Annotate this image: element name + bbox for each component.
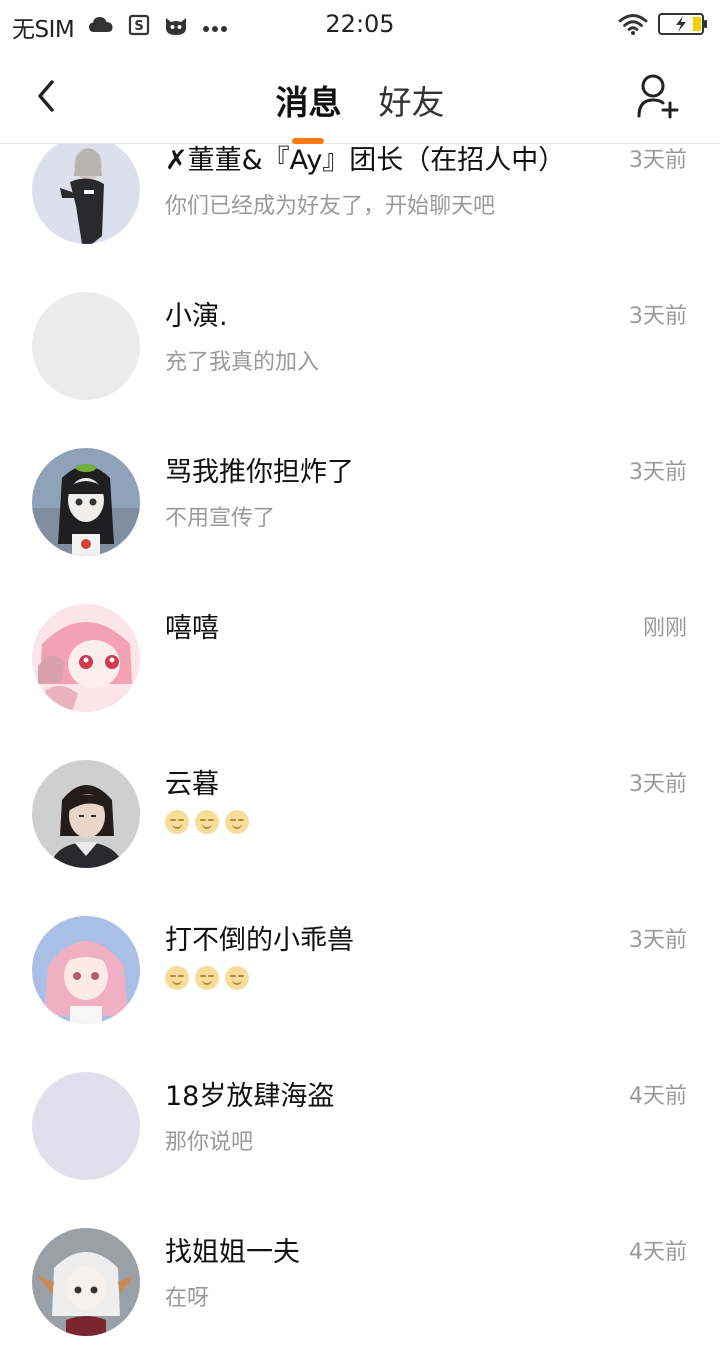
add-friend-button[interactable] — [634, 72, 680, 120]
add-friend-icon — [637, 74, 679, 119]
contact-name: 打不倒的小乖兽 — [165, 925, 354, 956]
avatar[interactable] — [32, 916, 140, 1024]
contact-name: ✗董董&『Ay』团长（在招人中） — [165, 145, 566, 176]
message-row[interactable]: 找姐姐一夫 在呀 4天前 — [0, 1228, 720, 1356]
message-time: 3天前 — [629, 460, 687, 485]
message-row[interactable]: ✗董董&『Ay』团长（在招人中） 你们已经成为好友了，开始聊天吧 3天前 — [0, 144, 720, 292]
avatar[interactable] — [32, 144, 140, 244]
wifi-icon — [618, 13, 648, 39]
message-time: 3天前 — [629, 148, 687, 173]
grin-sweat-emoji — [225, 810, 249, 834]
tab-messages[interactable]: 消息 — [275, 76, 342, 144]
contact-name: 骂我推你担炸了 — [165, 457, 354, 488]
message-preview: 在呀 — [165, 1286, 210, 1311]
tab-messages-label: 消息 — [275, 83, 342, 122]
preview-emojis — [165, 966, 249, 990]
grin-sweat-emoji — [165, 810, 189, 834]
status-time: 22:05 — [325, 10, 395, 38]
message-time: 4天前 — [629, 1240, 687, 1265]
message-time: 3天前 — [629, 928, 687, 953]
message-row[interactable]: 云暮 3天前 — [0, 760, 720, 916]
avatar[interactable] — [32, 604, 140, 712]
message-preview: 充了我真的加入 — [165, 350, 320, 375]
preview-emojis — [165, 810, 249, 834]
tab-friends-label: 好友 — [378, 83, 445, 122]
message-time: 刚刚 — [642, 616, 687, 641]
contact-name: 云暮 — [165, 769, 219, 800]
message-row[interactable]: 打不倒的小乖兽 3天前 — [0, 916, 720, 1072]
message-preview: 那你说吧 — [165, 1130, 254, 1155]
message-row[interactable]: 18岁放肆海盗 那你说吧 4天前 — [0, 1072, 720, 1228]
message-time: 3天前 — [629, 304, 687, 329]
avatar[interactable] — [32, 448, 140, 556]
message-row[interactable]: 小演. 充了我真的加入 3天前 — [0, 292, 720, 448]
status-bar: 无SIM S 22:05 — [0, 0, 720, 52]
nav-bar: 消息 好友 — [0, 52, 720, 144]
avatar[interactable] — [32, 760, 140, 868]
status-right — [618, 12, 708, 40]
message-row[interactable]: 嘻嘻 刚刚 — [0, 604, 720, 760]
message-preview: 你们已经成为好友了，开始聊天吧 — [165, 194, 496, 219]
message-time: 4天前 — [629, 1084, 687, 1109]
message-list[interactable]: ✗董董&『Ay』团长（在招人中） 你们已经成为好友了，开始聊天吧 3天前 小演.… — [0, 144, 720, 1356]
message-time: 3天前 — [629, 772, 687, 797]
grin-sweat-emoji — [195, 810, 219, 834]
contact-name: 18岁放肆海盗 — [165, 1081, 335, 1112]
avatar[interactable] — [32, 1228, 140, 1336]
wink-emoji — [165, 966, 189, 990]
avatar-placeholder[interactable] — [32, 292, 140, 400]
battery-charging-icon — [658, 12, 708, 40]
wink-emoji — [195, 966, 219, 990]
wink-emoji — [225, 966, 249, 990]
message-preview: 不用宣传了 — [165, 506, 276, 531]
contact-name: 嘻嘻 — [165, 613, 219, 644]
avatar-placeholder[interactable] — [32, 1072, 140, 1180]
contact-name: 小演. — [165, 301, 228, 332]
tab-friends[interactable]: 好友 — [379, 76, 445, 124]
contact-name: 找姐姐一夫 — [165, 1237, 300, 1268]
tab-bar: 消息 好友 — [0, 76, 720, 144]
message-row[interactable]: 骂我推你担炸了 不用宣传了 3天前 — [0, 448, 720, 604]
